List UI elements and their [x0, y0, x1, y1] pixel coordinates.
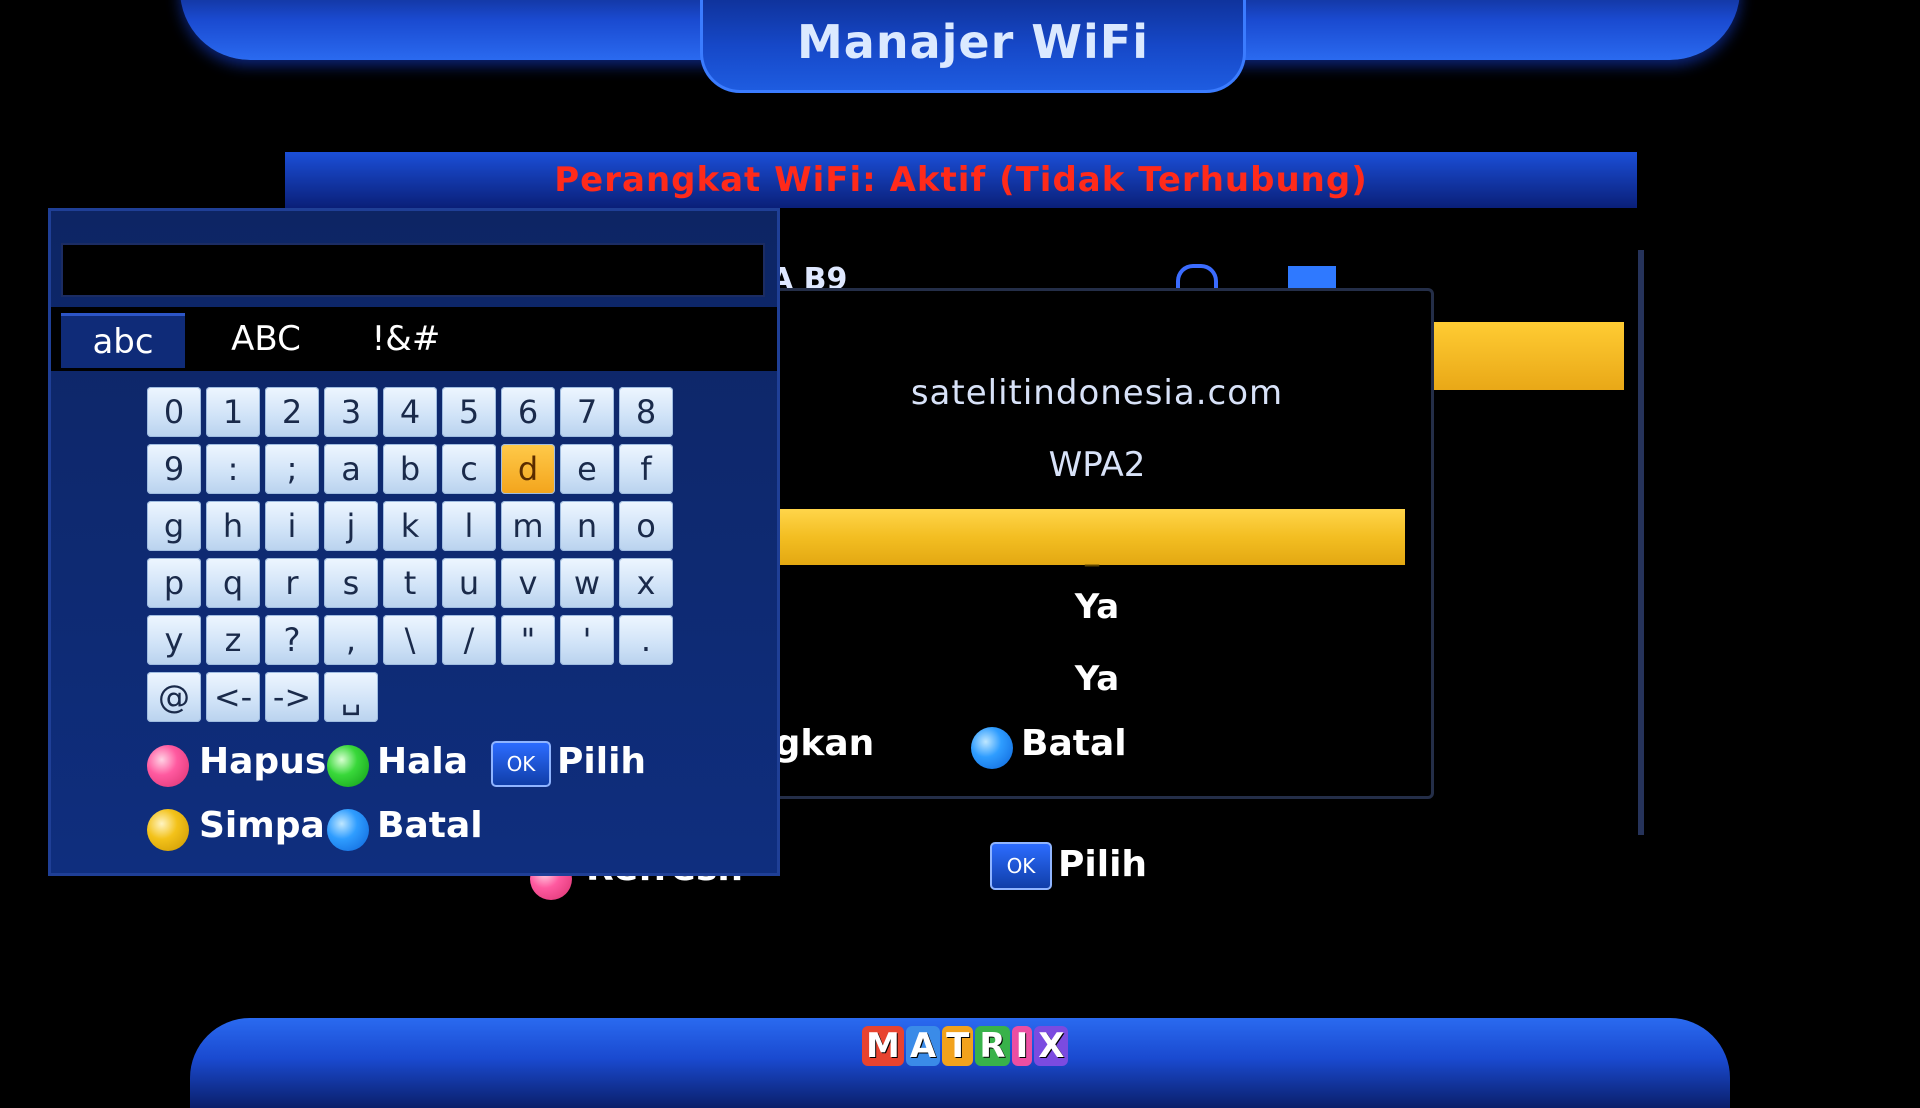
key-symbol[interactable]: -> [265, 672, 319, 722]
key-y[interactable]: y [147, 615, 201, 665]
cancel-label: Batal [1021, 723, 1127, 764]
key-symbol[interactable]: ␣ [324, 672, 378, 722]
key-o[interactable]: o [619, 501, 673, 551]
matrix-logo: M A T R I X [862, 1026, 1069, 1066]
green-button-icon [327, 745, 369, 787]
network-detail-panel: satelitindonesia.com WPA2 _ Ya Ya ngkan … [749, 288, 1434, 799]
delete-label: Hapus [199, 741, 327, 782]
red-button-icon [147, 745, 189, 787]
security-value[interactable]: WPA2 [763, 445, 1431, 485]
option-1-value[interactable]: Ya [763, 587, 1431, 627]
key-g[interactable]: g [147, 501, 201, 551]
yellow-button-icon [147, 809, 189, 851]
key-k[interactable]: k [383, 501, 437, 551]
key-p[interactable]: p [147, 558, 201, 608]
logo-letter: M [862, 1026, 904, 1066]
text-cursor: _ [1085, 534, 1099, 567]
key-s[interactable]: s [324, 558, 378, 608]
key-2[interactable]: 2 [265, 387, 319, 437]
key-q[interactable]: q [206, 558, 260, 608]
key-j[interactable]: j [324, 501, 378, 551]
key-e[interactable]: e [560, 444, 614, 494]
logo-letter: I [1011, 1026, 1033, 1066]
key-u[interactable]: u [442, 558, 496, 608]
key-symbol[interactable]: : [206, 444, 260, 494]
key-symbol[interactable]: @ [147, 672, 201, 722]
key-symbol[interactable]: " [501, 615, 555, 665]
key-1[interactable]: 1 [206, 387, 260, 437]
key-8[interactable]: 8 [619, 387, 673, 437]
tab-lowercase[interactable]: abc [61, 313, 185, 368]
key-f[interactable]: f [619, 444, 673, 494]
key-x[interactable]: x [619, 558, 673, 608]
network-list-selection[interactable] [1432, 322, 1624, 390]
tab-uppercase[interactable]: ABC [201, 313, 331, 365]
key-symbol[interactable]: / [442, 615, 496, 665]
header-tab: Manajer WiFi [700, 0, 1246, 93]
on-screen-keyboard: abc ABC !&# 0 1 2 3 4 5 6 7 8 9:; a b c d e f g h i j k l m n o p… [48, 208, 780, 876]
key-4[interactable]: 4 [383, 387, 437, 437]
network-list-scrollbar[interactable] [1638, 250, 1644, 835]
key-6[interactable]: 6 [501, 387, 555, 437]
keyboard-tabs: abc ABC !&# [51, 307, 777, 371]
key-z[interactable]: z [206, 615, 260, 665]
keyboard-input-field[interactable] [61, 243, 765, 297]
save-label: Simpa [199, 805, 325, 846]
key-m[interactable]: m [501, 501, 555, 551]
key-d[interactable]: d [501, 444, 555, 494]
key-l[interactable]: l [442, 501, 496, 551]
key-b[interactable]: b [383, 444, 437, 494]
logo-letter: R [975, 1026, 1010, 1066]
key-5[interactable]: 5 [442, 387, 496, 437]
ssid-value[interactable]: satelitindonesia.com [763, 373, 1431, 413]
key-n[interactable]: n [560, 501, 614, 551]
key-3[interactable]: 3 [324, 387, 378, 437]
status-bar: Perangkat WiFi: Aktif (Tidak Terhubung) [285, 152, 1637, 208]
key-r[interactable]: r [265, 558, 319, 608]
tab-symbols[interactable]: !&# [341, 313, 471, 365]
key-symbol[interactable]: ; [265, 444, 319, 494]
key-symbol[interactable]: . [619, 615, 673, 665]
key-c[interactable]: c [442, 444, 496, 494]
wifi-status-text: Perangkat WiFi: Aktif (Tidak Terhubung) [554, 160, 1368, 200]
key-symbol[interactable]: , [324, 615, 378, 665]
cancel-label: Batal [377, 805, 483, 846]
select-label: Pilih [1058, 844, 1148, 885]
key-9[interactable]: 9 [147, 444, 201, 494]
blue-button-icon [971, 727, 1013, 769]
option-2-value[interactable]: Ya [763, 659, 1431, 699]
ok-key-icon: OK [990, 842, 1052, 890]
key-t[interactable]: t [383, 558, 437, 608]
key-0[interactable]: 0 [147, 387, 201, 437]
ok-key-icon: OK [491, 741, 551, 787]
page-label: Hala [377, 741, 469, 782]
page-title: Manajer WiFi [797, 15, 1149, 69]
key-v[interactable]: v [501, 558, 555, 608]
key-symbol[interactable]: <- [206, 672, 260, 722]
key-h[interactable]: h [206, 501, 260, 551]
key-i[interactable]: i [265, 501, 319, 551]
blue-button-icon [327, 809, 369, 851]
key-w[interactable]: w [560, 558, 614, 608]
key-symbol[interactable]: ? [265, 615, 319, 665]
logo-letter: X [1034, 1026, 1069, 1066]
key-a[interactable]: a [324, 444, 378, 494]
key-7[interactable]: 7 [560, 387, 614, 437]
key-symbol[interactable]: ' [560, 615, 614, 665]
password-field[interactable]: _ [779, 509, 1405, 565]
signal-icon [1288, 266, 1336, 290]
logo-letter: T [942, 1026, 974, 1066]
key-symbol[interactable]: \ [383, 615, 437, 665]
logo-letter: A [905, 1026, 941, 1066]
select-label: Pilih [557, 741, 647, 782]
